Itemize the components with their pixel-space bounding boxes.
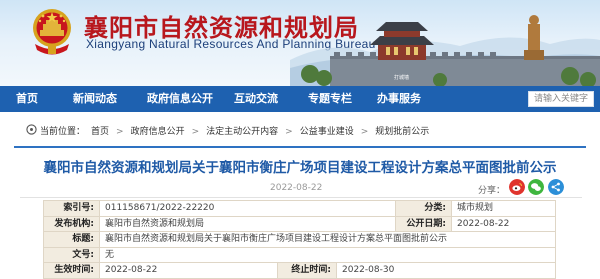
category-label: 分类: — [395, 200, 453, 217]
publish-date-label: 公开日期: — [395, 215, 453, 232]
main-nav: 首页 新闻动态 政府信息公开 互动交流 专题专栏 办事服务 请输入关键字 — [0, 86, 600, 112]
article-date: 2022-08-22 — [270, 183, 323, 193]
table-row: 索引号: 011158671/2022-22220 分类: 城市规划 — [43, 200, 557, 217]
table-row: 发布机构: 襄阳市自然资源和规划局 公开日期: 2022-08-22 — [43, 215, 557, 232]
doc-number-label: 文号: — [43, 246, 100, 263]
nav-item-home[interactable]: 首页 — [16, 86, 38, 112]
breadcrumb-separator: > — [116, 127, 124, 137]
nav-item-news[interactable]: 新闻动态 — [73, 86, 117, 112]
publish-date-value: 2022-08-22 — [451, 215, 557, 232]
search-input[interactable]: 请输入关键字 — [528, 91, 594, 107]
more-share-icon[interactable] — [548, 179, 564, 195]
breadcrumb-public-welfare[interactable]: 公益事业建设 — [300, 125, 354, 139]
publisher-value: 襄阳市自然资源和规划局 — [98, 215, 397, 232]
expiry-date-value: 2022-08-30 — [335, 262, 557, 279]
expiry-date-label: 终止时间: — [277, 262, 337, 279]
table-row: 标题: 襄阳市自然资源和规划局关于襄阳市衡庄广场项目建设工程设计方案总平面图批前… — [43, 231, 557, 248]
nav-item-gov-info[interactable]: 政府信息公开 — [147, 86, 213, 112]
nav-item-services[interactable]: 办事服务 — [377, 86, 421, 112]
breadcrumb-separator: > — [191, 127, 200, 137]
heading-divider — [20, 197, 582, 198]
breadcrumb-separator: > — [285, 127, 293, 137]
breadcrumb-prefix: 当前位置： — [40, 127, 86, 137]
scenery-label: 打城墙 — [394, 74, 409, 81]
publisher-label: 发布机构: — [43, 215, 100, 232]
breadcrumb-planning-notice[interactable]: 规划批前公示 — [375, 125, 429, 139]
wechat-icon[interactable] — [528, 179, 544, 195]
doc-title-value: 襄阳市自然资源和规划局关于襄阳市衡庄广场项目建设工程设计方案总平面图批前公示 — [98, 231, 557, 248]
breadcrumb-separator: > — [360, 127, 369, 137]
doc-title-label: 标题: — [43, 231, 100, 248]
city-wall-scenery: 打城墙 — [290, 15, 600, 88]
index-number-value: 011158671/2022-22220 — [98, 200, 397, 217]
breadcrumb: 当前位置： 首页 > 政府信息公开 > 法定主动公开内容 > 公益事业建设 > 规划批前公示 — [26, 124, 429, 138]
doc-number-value: 无 — [98, 246, 557, 263]
section-divider — [14, 146, 586, 148]
effective-date-value: 2022-08-22 — [99, 262, 278, 279]
nav-item-interaction[interactable]: 互动交流 — [234, 86, 278, 112]
weibo-icon[interactable] — [509, 179, 525, 195]
breadcrumb-mandatory-disclosure[interactable]: 法定主动公开内容 — [206, 125, 278, 139]
breadcrumb-home[interactable]: 首页 — [91, 125, 109, 139]
article-title: 襄阳市自然资源和规划局关于襄阳市衡庄广场项目建设工程设计方案总平面图批前公示 — [43, 160, 557, 176]
breadcrumb-gov-info[interactable]: 政府信息公开 — [131, 125, 185, 139]
effective-date-label: 生效时间: — [43, 262, 100, 279]
index-number-label: 索引号: — [43, 200, 100, 217]
site-banner: 襄阳市自然资源和规划局 Xiangyang Natural Resources … — [0, 0, 600, 88]
table-row: 生效时间: 2022-08-22 终止时间: 2022-08-30 — [43, 262, 557, 279]
nav-item-topics[interactable]: 专题专栏 — [308, 86, 352, 112]
table-row: 文号: 无 — [43, 246, 557, 263]
home-location-icon — [26, 124, 40, 140]
national-emblem-icon — [33, 9, 71, 55]
share-label: 分享： — [478, 186, 506, 196]
document-info-table: 索引号: 011158671/2022-22220 分类: 城市规划 发布机构:… — [43, 200, 557, 279]
category-value: 城市规划 — [451, 200, 557, 217]
